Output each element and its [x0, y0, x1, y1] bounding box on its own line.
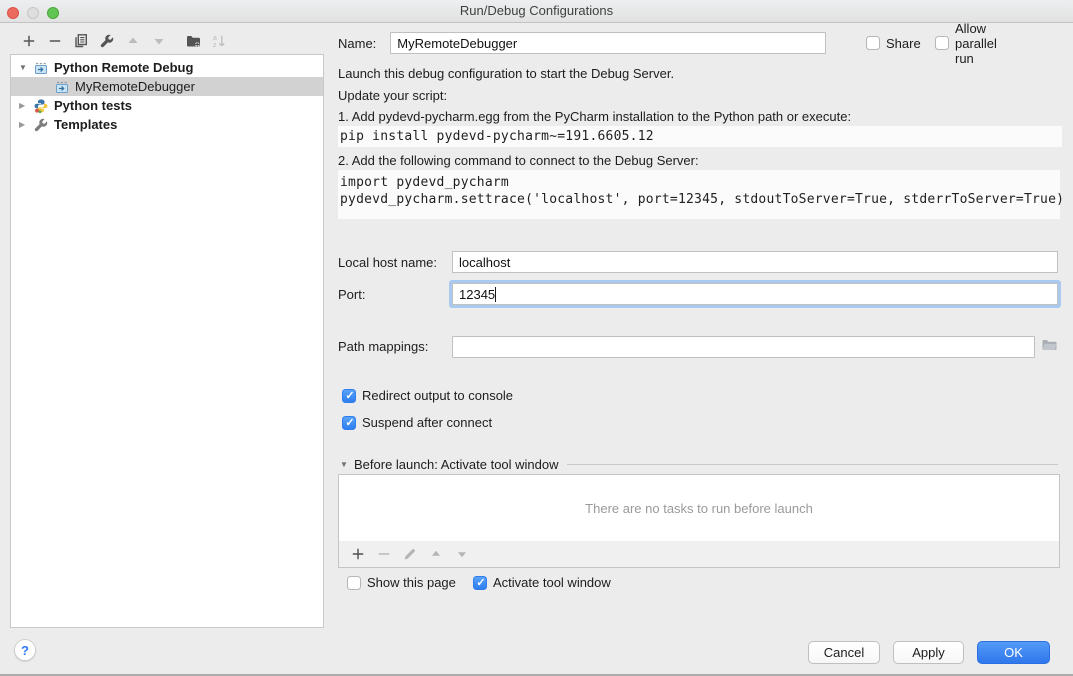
allow-parallel-run-checkbox[interactable]: [935, 36, 949, 50]
settrace-code-block: import pydevd_pycharm pydevd_pycharm.set…: [338, 170, 1060, 219]
before-launch-task-list[interactable]: There are no tasks to run before launch: [338, 474, 1060, 542]
svg-text:a: a: [213, 35, 217, 42]
move-up-icon[interactable]: [423, 544, 449, 564]
share-option: Share: [866, 36, 921, 51]
sort-alphabetically-icon[interactable]: az: [206, 31, 232, 51]
svg-text:z: z: [213, 42, 217, 49]
configurations-toolbar: az: [16, 31, 232, 51]
help-button[interactable]: ?: [14, 639, 36, 661]
run-debug-configurations-dialog: Run/Debug Configurations az: [0, 0, 1073, 676]
activate-tool-window-option: Activate tool window: [473, 575, 611, 590]
zoom-window-button[interactable]: [47, 7, 59, 19]
close-window-button[interactable]: [7, 7, 19, 19]
name-row: Name: Share Allow parallel run: [338, 31, 826, 55]
settrace-code-line-1: import pydevd_pycharm: [340, 174, 1060, 191]
text-caret: [495, 287, 496, 302]
share-label: Share: [886, 36, 921, 51]
local-host-name-input[interactable]: [452, 251, 1058, 273]
remote-debug-config-icon: [54, 79, 70, 95]
activate-tool-window-checkbox[interactable]: [473, 576, 487, 590]
configuration-editor: Name: Share Allow parallel run Launch th…: [338, 0, 1060, 674]
local-host-name-label: Local host name:: [338, 255, 437, 270]
path-mappings-input[interactable]: [452, 336, 1035, 358]
edit-pencil-icon[interactable]: [397, 544, 423, 564]
browse-folder-icon[interactable]: [1041, 338, 1058, 353]
minimize-window-button[interactable]: [27, 7, 39, 19]
path-mappings-row: Path mappings:: [338, 336, 1060, 357]
name-input[interactable]: [390, 32, 826, 54]
port-label: Port:: [338, 287, 365, 302]
description-line-2: Update your script:: [338, 88, 447, 104]
ok-button[interactable]: OK: [977, 641, 1050, 664]
remove-icon[interactable]: [371, 544, 397, 564]
traffic-lights: [7, 7, 59, 19]
new-folder-icon[interactable]: [180, 31, 206, 51]
settrace-code-line-2: pydevd_pycharm.settrace('localhost', por…: [340, 191, 1060, 208]
local-host-row: Local host name:: [338, 251, 1060, 273]
redirect-output-checkbox[interactable]: [342, 389, 356, 403]
remote-debug-config-icon: [33, 60, 49, 76]
show-this-page-label: Show this page: [367, 575, 456, 590]
divider: [567, 464, 1058, 465]
chevron-right-icon[interactable]: ▶: [19, 101, 33, 110]
empty-tasks-message: There are no tasks to run before launch: [585, 501, 813, 516]
edit-defaults-wrench-icon[interactable]: [94, 31, 120, 51]
port-input[interactable]: [452, 283, 1058, 305]
chevron-down-icon[interactable]: ▼: [338, 460, 354, 469]
show-this-page-checkbox[interactable]: [347, 576, 361, 590]
port-row: Port:: [338, 281, 1060, 307]
tree-item-myremotedebugger[interactable]: MyRemoteDebugger: [11, 77, 323, 96]
wrench-icon: [33, 117, 49, 133]
add-icon[interactable]: [16, 31, 42, 51]
tree-item-label: MyRemoteDebugger: [75, 79, 195, 94]
before-launch-toolbar: [338, 541, 1060, 568]
allow-parallel-run-label: Allow parallel run: [955, 21, 997, 66]
move-down-icon[interactable]: [146, 31, 172, 51]
pip-install-code: pip install pydevd-pycharm~=191.6605.12: [338, 126, 1062, 147]
tree-item-python-remote-debug[interactable]: ▼ Python Remote Debug: [11, 58, 323, 77]
redirect-output-option: Redirect output to console: [342, 388, 513, 403]
tree-item-label: Templates: [54, 117, 117, 132]
move-down-icon[interactable]: [449, 544, 475, 564]
show-this-page-option: Show this page: [347, 575, 456, 590]
configurations-tree: ▼ Python Remote Debug MyRemoteDebugger ▶…: [10, 54, 324, 628]
description-step-2: 2. Add the following command to connect …: [338, 153, 699, 169]
tree-item-label: Python Remote Debug: [54, 60, 193, 75]
redirect-output-label: Redirect output to console: [362, 388, 513, 403]
activate-tool-window-label: Activate tool window: [493, 575, 611, 590]
apply-button[interactable]: Apply: [893, 641, 964, 664]
name-label: Name:: [338, 36, 376, 51]
description-line-1: Launch this debug configuration to start…: [338, 66, 674, 82]
add-icon[interactable]: [345, 544, 371, 564]
description-step-1: 1. Add pydevd-pycharm.egg from the PyCha…: [338, 109, 851, 125]
suspend-after-connect-label: Suspend after connect: [362, 415, 492, 430]
tree-item-label: Python tests: [54, 98, 132, 113]
chevron-right-icon[interactable]: ▶: [19, 120, 33, 129]
tree-item-templates[interactable]: ▶ Templates: [11, 115, 323, 134]
suspend-after-connect-checkbox[interactable]: [342, 416, 356, 430]
share-checkbox[interactable]: [866, 36, 880, 50]
remove-icon[interactable]: [42, 31, 68, 51]
tree-item-python-tests[interactable]: ▶ Python tests: [11, 96, 323, 115]
before-launch-title: Before launch: Activate tool window: [354, 457, 559, 472]
cancel-button[interactable]: Cancel: [808, 641, 880, 664]
suspend-after-connect-option: Suspend after connect: [342, 415, 492, 430]
copy-icon[interactable]: [68, 31, 94, 51]
allow-parallel-option: Allow parallel run: [935, 21, 997, 66]
chevron-down-icon[interactable]: ▼: [19, 63, 33, 72]
python-tests-icon: [33, 98, 49, 114]
before-launch-header[interactable]: ▼ Before launch: Activate tool window: [338, 456, 1060, 472]
move-up-icon[interactable]: [120, 31, 146, 51]
path-mappings-label: Path mappings:: [338, 339, 428, 354]
